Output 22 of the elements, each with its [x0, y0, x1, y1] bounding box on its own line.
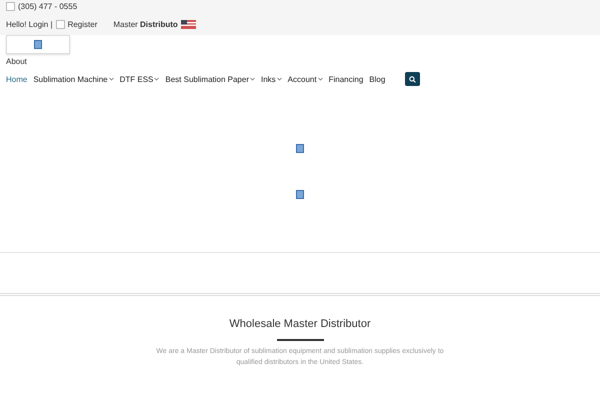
nav-link[interactable]: Account: [288, 74, 323, 84]
broken-image-icon: [296, 144, 304, 153]
section-title: Wholesale Master Distributor: [229, 318, 371, 330]
broken-image-icon: [34, 40, 42, 49]
nav-link[interactable]: Best Sublimation Paper: [165, 74, 255, 84]
nav-link[interactable]: Sublimation Machine: [33, 74, 114, 84]
flag-icon[interactable]: [180, 20, 196, 29]
search-button[interactable]: [405, 72, 420, 86]
nav-link[interactable]: Home: [6, 74, 28, 84]
search-icon: [409, 76, 416, 82]
register-link[interactable]: Register: [68, 20, 98, 29]
distributor-label: Master Distributo: [113, 20, 178, 29]
phone-number: (305) 477 - 0555: [18, 2, 78, 11]
nav-link[interactable]: Financing: [328, 74, 364, 84]
about-link[interactable]: About: [0, 54, 600, 69]
broken-image-icon: [296, 190, 304, 199]
title-underline: [276, 339, 324, 341]
nav-link[interactable]: Inks: [261, 74, 282, 84]
nav-link[interactable]: Blog: [369, 74, 386, 84]
nav-link[interactable]: DTF ESS: [120, 74, 160, 84]
login-link[interactable]: Hello! Login |: [6, 20, 53, 29]
logo-image[interactable]: [6, 35, 70, 54]
